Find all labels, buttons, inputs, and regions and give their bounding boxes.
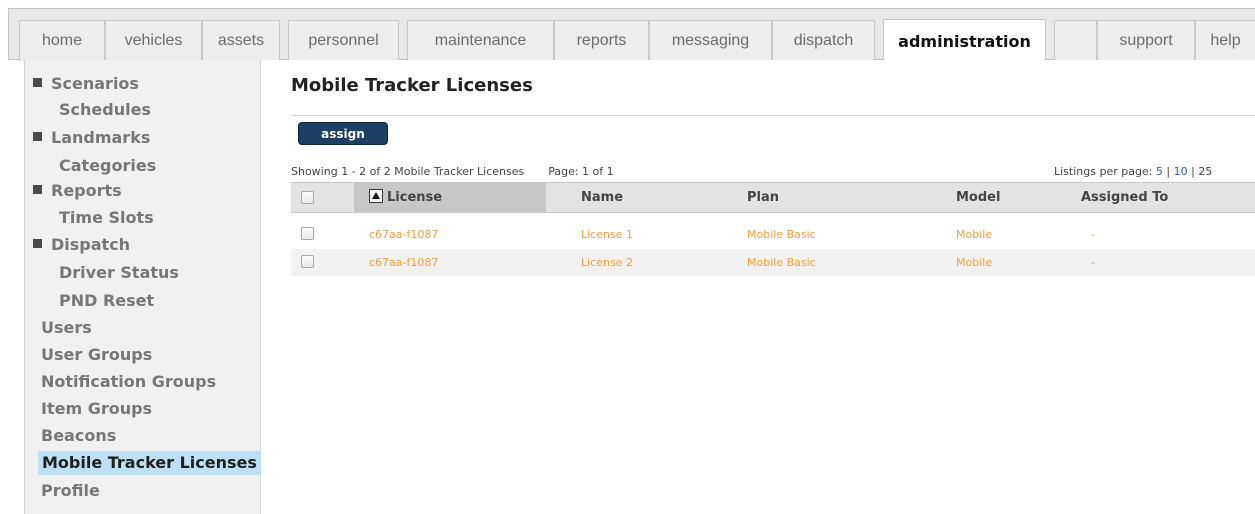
sidebar-item-schedules[interactable]: Schedules [59,100,151,119]
sidebar-item-label: Reports [51,181,122,200]
tab-personnel[interactable]: personnel [288,20,399,61]
row-checkbox[interactable] [301,255,314,268]
assign-button[interactable]: assign [298,122,388,145]
top-nav: home vehicles assets personnel maintenan… [8,8,1255,62]
sidebar-item-label: Scenarios [51,74,139,93]
page-title: Mobile Tracker Licenses [291,75,533,96]
collapse-square-icon [33,185,42,194]
tab-dispatch[interactable]: dispatch [772,20,875,61]
row-license[interactable]: c67aa-f1087 [369,221,438,248]
tab-help[interactable]: help [1195,20,1255,61]
main-panel: Mobile Tracker Licenses assign Showing 1… [262,60,1255,514]
column-license-label: License [387,190,443,205]
sidebar-item-item-groups[interactable]: Item Groups [41,399,152,418]
title-divider [291,115,1255,116]
column-license[interactable]: License [354,183,546,213]
per-page-25[interactable]: 25 [1198,165,1212,178]
column-assigned-to[interactable]: Assigned To [1081,183,1168,213]
sidebar-item-users[interactable]: Users [41,318,92,337]
per-page-label: Listings per page: [1054,165,1153,178]
collapse-square-icon [33,132,42,141]
sidebar-item-label: Dispatch [51,235,131,254]
sidebar-item-reports[interactable]: Reports [33,181,122,200]
sidebar-item-driver-status[interactable]: Driver Status [59,263,179,282]
row-license[interactable]: c67aa-f1087 [369,249,438,276]
sidebar-item-pnd-reset[interactable]: PND Reset [59,291,154,310]
tab-messaging[interactable]: messaging [649,20,772,61]
row-model[interactable]: Mobile [956,221,992,248]
sort-ascending-icon [369,189,383,203]
row-plan[interactable]: Mobile Basic [747,221,816,248]
tab-support[interactable]: support [1097,20,1195,61]
column-name[interactable]: Name [581,183,623,213]
showing-text: Showing 1 - 2 of 2 Mobile Tracker Licens… [291,165,525,178]
sidebar-item-scenarios[interactable]: Scenarios [33,74,139,93]
column-plan[interactable]: Plan [747,183,779,213]
row-assigned-to[interactable]: - [1091,221,1095,248]
table-header: License Name Plan Model Assigned To [291,182,1255,213]
sidebar-item-user-groups[interactable]: User Groups [41,345,152,364]
collapse-square-icon [33,239,42,248]
tab-vehicles[interactable]: vehicles [105,20,202,61]
select-all-checkbox[interactable] [301,191,314,204]
table-row: c67aa-f1087 License 1 Mobile Basic Mobil… [291,221,1255,248]
sidebar-item-landmarks[interactable]: Landmarks [33,128,150,147]
sidebar-item-categories[interactable]: Categories [59,156,156,175]
tab-administration[interactable]: administration [883,19,1046,62]
sidebar-item-label: Landmarks [51,128,151,147]
sidebar-item-profile[interactable]: Profile [41,481,100,500]
sidebar-item-time-slots[interactable]: Time Slots [59,208,154,227]
page-indicator: Page: 1 of 1 [548,165,614,178]
sidebar: Scenarios Schedules Landmarks Categories… [24,60,261,514]
row-checkbox[interactable] [301,227,314,240]
tab-home[interactable]: home [19,20,105,61]
per-page-5[interactable]: 5 [1156,165,1163,178]
tab-assets[interactable]: assets [202,20,280,61]
row-model[interactable]: Mobile [956,249,992,276]
column-model[interactable]: Model [956,183,1000,213]
per-page-10[interactable]: 10 [1174,165,1188,178]
row-name[interactable]: License 2 [581,249,633,276]
tab-maintenance[interactable]: maintenance [407,20,554,61]
tab-spacer [1054,20,1097,61]
row-name[interactable]: License 1 [581,221,633,248]
row-plan[interactable]: Mobile Basic [747,249,816,276]
sidebar-item-beacons[interactable]: Beacons [41,426,116,445]
sidebar-item-dispatch[interactable]: Dispatch [33,235,130,254]
row-assigned-to[interactable]: - [1091,249,1095,276]
results-summary: Showing 1 - 2 of 2 Mobile Tracker Licens… [291,165,614,178]
table-row: c67aa-f1087 License 2 Mobile Basic Mobil… [291,249,1255,276]
tab-reports[interactable]: reports [554,20,649,61]
listings-per-page: Listings per page: 5 | 10 | 25 [1054,165,1213,178]
sidebar-item-notification-groups[interactable]: Notification Groups [41,372,216,391]
collapse-square-icon [33,78,42,87]
sidebar-item-mobile-tracker-licenses[interactable]: Mobile Tracker Licenses [38,451,261,475]
